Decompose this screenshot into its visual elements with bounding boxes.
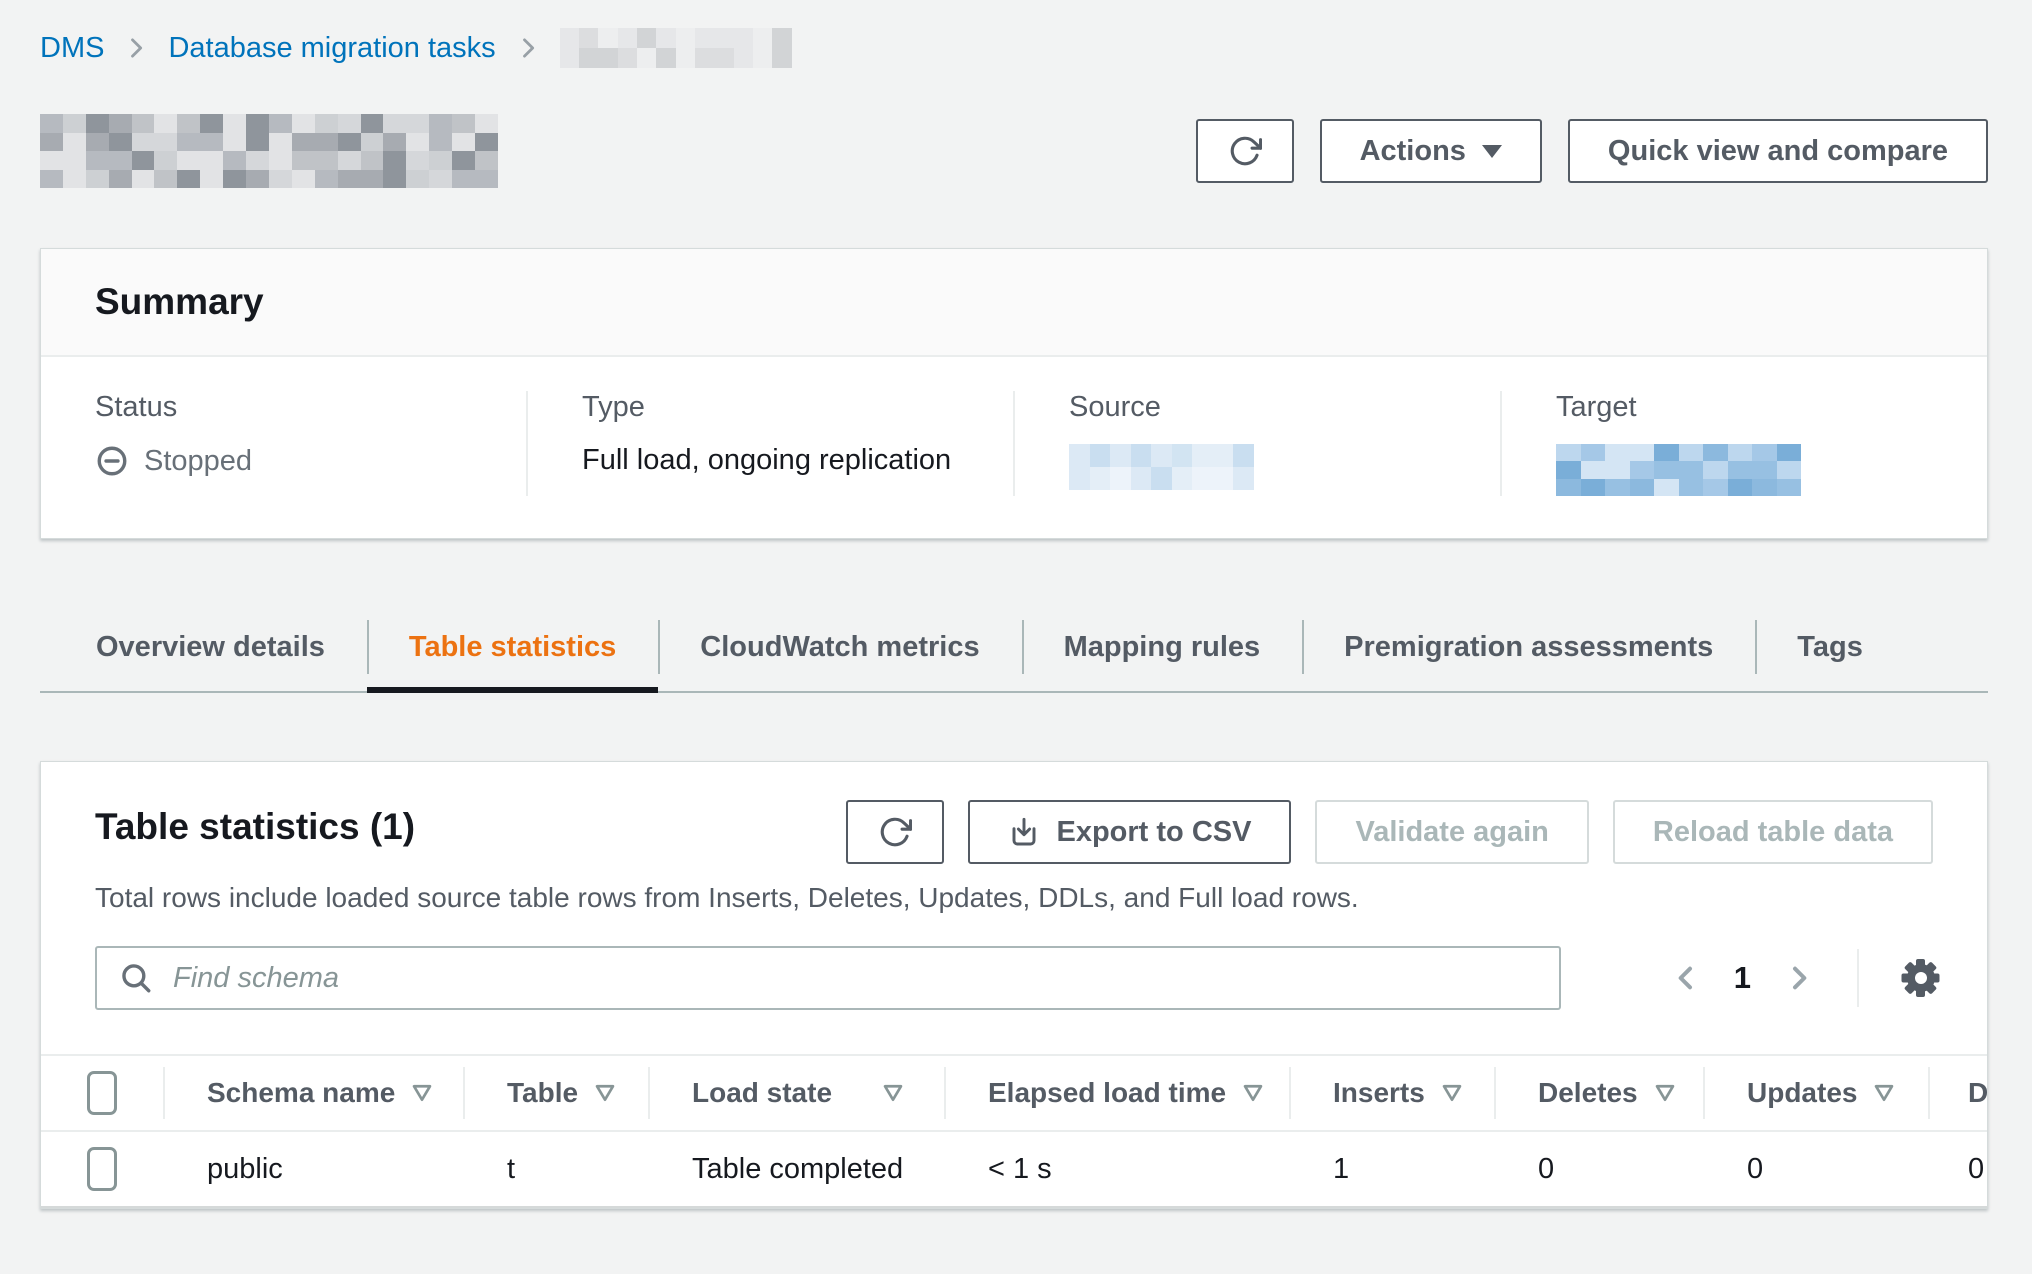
target-value-redacted <box>1556 444 1801 496</box>
summary-panel: Summary Status Stopped Type Full load, o… <box>40 248 1988 539</box>
caret-down-icon <box>1482 145 1502 158</box>
quick-view-label: Quick view and compare <box>1608 135 1948 168</box>
header-checkbox-cell <box>41 1056 163 1130</box>
sort-icon[interactable] <box>1873 1083 1895 1103</box>
next-page-button[interactable] <box>1783 962 1815 994</box>
cell-deletes: 0 <box>1494 1132 1703 1206</box>
refresh-button[interactable] <box>1196 119 1294 183</box>
status-badge: Stopped <box>95 444 506 478</box>
reload-table-data-label: Reload table data <box>1653 816 1893 849</box>
table-statistics-table: Schema name Table Load state Elapsed loa… <box>41 1054 1987 1208</box>
search-icon <box>119 961 153 995</box>
source-label: Source <box>1069 391 1480 424</box>
task-detail-tabs: Overview details Table statistics CloudW… <box>40 603 1988 693</box>
chevron-right-icon <box>1783 962 1815 994</box>
table-toolbar: 1 <box>41 946 1987 1010</box>
tab-premigration-assessments[interactable]: Premigration assessments <box>1302 603 1755 691</box>
cell-updates: 0 <box>1703 1132 1928 1206</box>
table-row[interactable]: public t Table completed < 1 s 1 0 0 0 <box>41 1132 1988 1208</box>
reload-table-data-button[interactable]: Reload table data <box>1613 800 1933 864</box>
breadcrumb-task-name-redacted <box>560 28 792 68</box>
export-csv-label: Export to CSV <box>1056 816 1251 849</box>
summary-header: Summary <box>41 249 1987 357</box>
sort-icon[interactable] <box>594 1083 616 1103</box>
search-input[interactable] <box>171 961 1537 996</box>
column-header-deletes[interactable]: Deletes <box>1494 1056 1703 1130</box>
chevron-right-icon <box>514 34 542 62</box>
source-value-redacted <box>1069 444 1254 490</box>
summary-status-field: Status Stopped <box>41 391 526 496</box>
actions-label: Actions <box>1360 135 1466 168</box>
tab-mapping-rules[interactable]: Mapping rules <box>1022 603 1303 691</box>
validate-again-label: Validate again <box>1355 816 1548 849</box>
cell-inserts: 1 <box>1289 1132 1494 1206</box>
column-header-inserts[interactable]: Inserts <box>1289 1056 1494 1130</box>
summary-title: Summary <box>95 281 1933 323</box>
pager-divider <box>1857 949 1859 1007</box>
export-csv-button[interactable]: Export to CSV <box>968 800 1291 864</box>
preferences-gear-icon[interactable] <box>1901 958 1941 998</box>
summary-target-field: Target <box>1500 391 1987 496</box>
refresh-icon <box>878 815 912 849</box>
column-header-schema-name[interactable]: Schema name <box>163 1056 463 1130</box>
table-refresh-button[interactable] <box>846 800 944 864</box>
refresh-icon <box>1228 134 1262 168</box>
cell-load-state: Table completed <box>648 1132 944 1206</box>
page-header: Actions Quick view and compare <box>40 114 1988 188</box>
select-all-checkbox[interactable] <box>87 1071 117 1115</box>
type-value: Full load, ongoing replication <box>582 444 993 477</box>
previous-page-button[interactable] <box>1670 962 1702 994</box>
breadcrumb-link-tasks[interactable]: Database migration tasks <box>168 32 495 65</box>
column-header-elapsed-load-time[interactable]: Elapsed load time <box>944 1056 1289 1130</box>
validate-again-button[interactable]: Validate again <box>1315 800 1588 864</box>
tab-table-statistics[interactable]: Table statistics <box>367 603 658 691</box>
sort-icon[interactable] <box>1441 1083 1463 1103</box>
table-statistics-buttons: Export to CSV Validate again Reload tabl… <box>846 800 1933 864</box>
target-label: Target <box>1556 391 1967 424</box>
sort-icon[interactable] <box>1654 1083 1676 1103</box>
schema-search <box>95 946 1561 1010</box>
dms-task-page: DMS Database migration tasks Actions Qui… <box>0 0 2032 1209</box>
breadcrumb: DMS Database migration tasks <box>40 0 1988 68</box>
header-actions: Actions Quick view and compare <box>1196 119 1988 183</box>
tab-overview-details[interactable]: Overview details <box>54 603 367 691</box>
cell-schema-name: public <box>163 1132 463 1206</box>
status-label: Status <box>95 391 506 424</box>
table-statistics-title: Table statistics (1) <box>95 800 415 848</box>
cell-ddls-clipped: 0 <box>1928 1132 1988 1206</box>
sort-icon[interactable] <box>411 1083 433 1103</box>
row-checkbox[interactable] <box>87 1147 117 1191</box>
actions-menu-button[interactable]: Actions <box>1320 119 1542 183</box>
table-statistics-description: Total rows include loaded source table r… <box>41 864 1987 914</box>
sort-icon[interactable] <box>882 1083 904 1103</box>
page-title-redacted <box>40 114 498 188</box>
download-icon <box>1008 816 1040 848</box>
status-value: Stopped <box>144 445 252 478</box>
cell-table: t <box>463 1132 648 1206</box>
chevron-left-icon <box>1670 962 1702 994</box>
quick-view-compare-button[interactable]: Quick view and compare <box>1568 119 1988 183</box>
table-header-row: Schema name Table Load state Elapsed loa… <box>41 1054 1988 1132</box>
sort-icon[interactable] <box>1242 1083 1264 1103</box>
cell-elapsed-load-time: < 1 s <box>944 1132 1289 1206</box>
tab-tags[interactable]: Tags <box>1755 603 1905 691</box>
summary-grid: Status Stopped Type Full load, ongoing r… <box>41 357 1987 538</box>
row-checkbox-cell <box>41 1132 163 1206</box>
pagination: 1 <box>1670 949 1941 1007</box>
chevron-right-icon <box>122 34 150 62</box>
stopped-icon <box>95 444 129 478</box>
summary-type-field: Type Full load, ongoing replication <box>526 391 1013 496</box>
table-statistics-panel: Table statistics (1) Export to CSV Valid… <box>40 761 1988 1209</box>
type-label: Type <box>582 391 993 424</box>
column-header-ddls-clipped[interactable]: D <box>1928 1056 1988 1130</box>
column-header-table[interactable]: Table <box>463 1056 648 1130</box>
column-header-load-state[interactable]: Load state <box>648 1056 944 1130</box>
summary-source-field: Source <box>1013 391 1500 496</box>
tab-cloudwatch-metrics[interactable]: CloudWatch metrics <box>658 603 1021 691</box>
table-statistics-header: Table statistics (1) Export to CSV Valid… <box>41 800 1987 864</box>
breadcrumb-link-dms[interactable]: DMS <box>40 32 104 65</box>
current-page-number: 1 <box>1734 960 1751 996</box>
column-header-updates[interactable]: Updates <box>1703 1056 1928 1130</box>
